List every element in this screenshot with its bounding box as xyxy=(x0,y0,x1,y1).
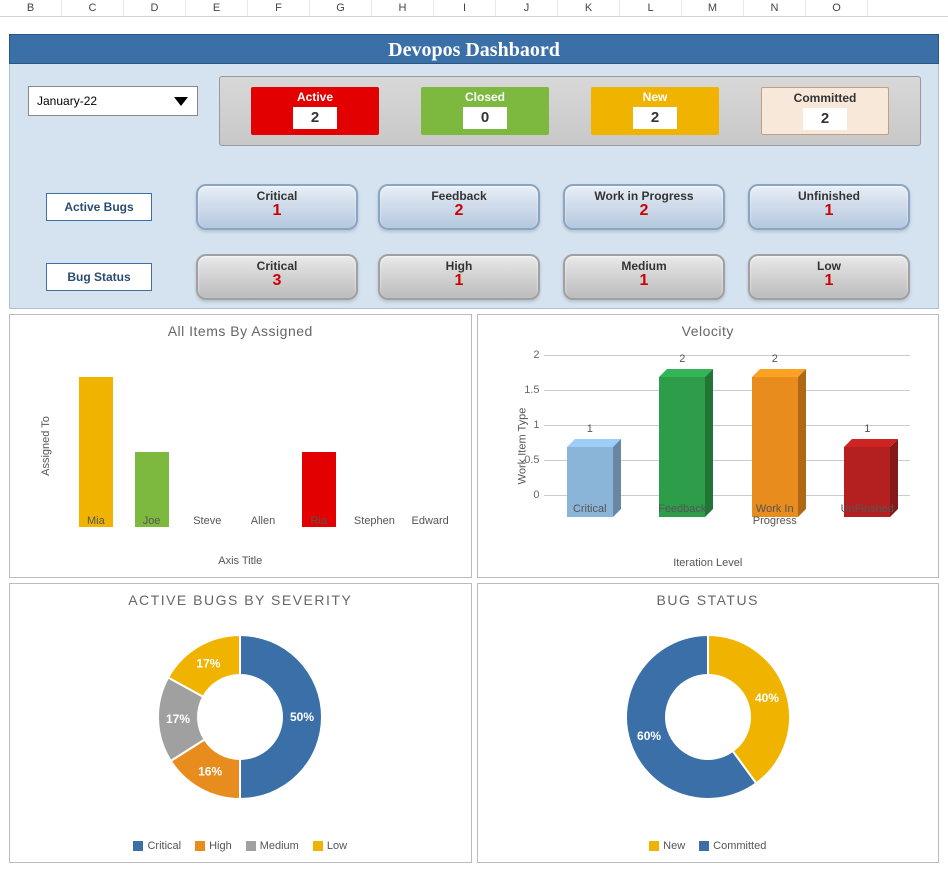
chart-title: Velocity xyxy=(478,323,939,339)
metric-button[interactable]: Feedback2 xyxy=(378,184,540,230)
data-label: 1 xyxy=(567,423,613,435)
metric-button[interactable]: Work in Progress2 xyxy=(563,184,725,230)
bar xyxy=(659,377,705,517)
column-header[interactable]: I xyxy=(434,0,496,16)
filter-panel: January-22 Active 2 Closed 0 New 2 Commi… xyxy=(9,64,939,309)
date-filter-value: January-22 xyxy=(37,94,97,108)
column-header[interactable]: F xyxy=(248,0,310,16)
data-label: 1 xyxy=(135,438,169,450)
legend-item: Committed xyxy=(699,840,766,852)
dashboard-title: Devopos Dashbaord xyxy=(9,34,939,64)
chart-severity: ACTIVE BUGS BY SEVERITY 50% 16% 17% 17% Cri… xyxy=(9,583,472,863)
column-header[interactable]: H xyxy=(372,0,434,16)
category-label: Work In Progress xyxy=(740,503,810,527)
category-label: Ria xyxy=(292,515,346,527)
metric-button[interactable]: Medium1 xyxy=(563,254,725,300)
x-axis-label: Axis Title xyxy=(10,555,471,567)
chart-legend: New Committed xyxy=(478,840,939,852)
tick-label: 1 xyxy=(533,419,543,431)
column-header[interactable]: G xyxy=(310,0,372,16)
status-card-committed: Committed 2 xyxy=(761,87,889,135)
category-label: Stephen xyxy=(347,515,401,527)
chevron-down-icon[interactable] xyxy=(171,92,191,110)
bar xyxy=(752,377,798,517)
category-label: Feedback xyxy=(647,503,717,515)
category-label: Steve xyxy=(180,515,234,527)
date-filter-dropdown[interactable]: January-22 xyxy=(28,86,198,116)
legend-item: Low xyxy=(313,840,347,852)
chart-velocity: Velocity Work Item Type 0 0.5 1 1.5 2 1 Critic… xyxy=(477,314,940,578)
tick-label: 0 xyxy=(533,489,543,501)
column-header[interactable]: D xyxy=(124,0,186,16)
chart-title: All Items By Assigned xyxy=(10,323,471,339)
legend-item: Critical xyxy=(133,840,181,852)
donut-chart: 40% 60% xyxy=(608,617,808,817)
chart-plot-area: 2Mia1Joe0Steve0Allen1Ria0Stephen0Edward xyxy=(68,355,455,527)
column-header[interactable]: N xyxy=(744,0,806,16)
data-label: 2 xyxy=(752,353,798,365)
column-header[interactable]: L xyxy=(620,0,682,16)
column-header[interactable]: M xyxy=(682,0,744,16)
legend-item: High xyxy=(195,840,232,852)
category-label: Joe xyxy=(125,515,179,527)
x-axis-label: Iteration Level xyxy=(478,557,939,569)
category-label: Edward xyxy=(403,515,457,527)
dashboard: Devopos Dashbaord January-22 Active 2 Cl… xyxy=(9,34,939,863)
chart-bugstatus: BUG STATUS 40% 60% New Committed xyxy=(477,583,940,863)
column-header[interactable]: J xyxy=(496,0,558,16)
tick-label: 0.5 xyxy=(524,454,543,466)
metric-button[interactable]: Low1 xyxy=(748,254,910,300)
slice-label: 60% xyxy=(637,730,661,744)
status-card-group: Active 2 Closed 0 New 2 Committed 2 xyxy=(219,76,921,146)
data-label: 2 xyxy=(79,363,113,375)
column-header[interactable]: C xyxy=(62,0,124,16)
metric-button[interactable]: Critical1 xyxy=(196,184,358,230)
category-label: UnFinshed xyxy=(832,503,902,515)
status-card-active: Active 2 xyxy=(251,87,379,135)
chart-all-items: All Items By Assigned Assigned To 2 Mia 1 J… xyxy=(9,314,472,578)
slice-label: 17% xyxy=(197,657,221,671)
column-header[interactable]: B xyxy=(0,0,62,16)
data-label: 2 xyxy=(659,353,705,365)
donut-chart: 50% 16% 17% 17% xyxy=(140,617,340,817)
column-header[interactable]: E xyxy=(186,0,248,16)
status-card-closed: Closed 0 xyxy=(421,87,549,135)
chart-legend: Critical High Medium Low xyxy=(10,840,471,852)
active-bugs-label: Active Bugs xyxy=(46,193,152,221)
metric-button[interactable]: Unfinished1 xyxy=(748,184,910,230)
column-header[interactable]: K xyxy=(558,0,620,16)
bar xyxy=(79,377,113,527)
status-card-new: New 2 xyxy=(591,87,719,135)
y-axis-label: Work Item Type xyxy=(516,408,528,485)
slice-label: 50% xyxy=(290,710,314,724)
data-label: 1 xyxy=(302,438,336,450)
metric-button[interactable]: Critical3 xyxy=(196,254,358,300)
column-headers: BCDEFGHIJKLMNO xyxy=(0,0,948,17)
category-label: Allen xyxy=(236,515,290,527)
category-label: Critical xyxy=(555,503,625,515)
y-axis-label: Assigned To xyxy=(40,416,52,476)
tick-label: 1.5 xyxy=(524,384,543,396)
data-label: 1 xyxy=(844,423,890,435)
legend-item: Medium xyxy=(246,840,299,852)
bug-status-label: Bug Status xyxy=(46,263,152,291)
slice-label: 16% xyxy=(198,765,222,779)
slice-label: 17% xyxy=(166,712,190,726)
category-label: Mia xyxy=(69,515,123,527)
chart-plot-area: 00.511.521Critical2Feedback2Work In Prog… xyxy=(544,355,911,517)
slice-label: 40% xyxy=(755,691,779,705)
tick-label: 2 xyxy=(533,349,543,361)
metric-button[interactable]: High1 xyxy=(378,254,540,300)
chart-title: ACTIVE BUGS BY SEVERITY xyxy=(10,592,471,608)
chart-title: BUG STATUS xyxy=(478,592,939,608)
legend-item: New xyxy=(649,840,685,852)
column-header[interactable]: O xyxy=(806,0,868,16)
